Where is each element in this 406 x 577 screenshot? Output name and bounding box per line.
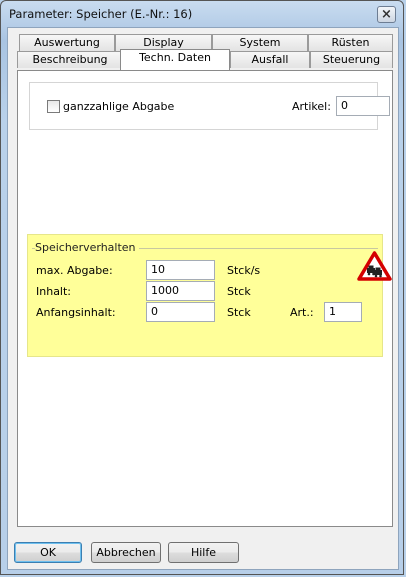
tab-auswertung[interactable]: Auswertung <box>19 34 115 51</box>
anfangsinhalt-unit: Stck <box>227 306 251 319</box>
art-input[interactable]: 1 <box>324 302 362 322</box>
speicherverhalten-label: Speicherverhalten <box>35 241 139 254</box>
max-abgabe-unit: Stck/s <box>227 264 261 277</box>
inhalt-input[interactable]: 1000 <box>146 281 215 301</box>
artikel-input[interactable]: 0 <box>336 96 390 116</box>
traffic-jam-warning-icon <box>357 251 392 281</box>
inhalt-label: Inhalt: <box>36 285 72 298</box>
window-title: Parameter: Speicher (E.-Nr.: 16) <box>9 7 193 21</box>
help-button[interactable]: Hilfe <box>168 542 239 563</box>
dialog-window: Parameter: Speicher (E.-Nr.: 16) × Auswe… <box>0 0 404 575</box>
anfangsinhalt-label: Anfangsinhalt: <box>36 306 116 319</box>
tab-techn-daten[interactable]: Techn. Daten <box>120 49 230 70</box>
tab-panel-techn-daten: ganzzahlige Abgabe Artikel: 0 Speicherve… <box>17 70 393 527</box>
ok-button[interactable]: OK <box>14 542 82 563</box>
inhalt-unit: Stck <box>227 285 251 298</box>
cancel-button[interactable]: Abbrechen <box>91 542 161 563</box>
tab-ausfall[interactable]: Ausfall <box>230 51 310 68</box>
close-button[interactable]: × <box>377 6 396 23</box>
title-bar[interactable]: Parameter: Speicher (E.-Nr.: 16) × <box>1 1 403 27</box>
dialog-client-area: Auswertung Display System Rüsten Beschre… <box>7 27 399 570</box>
anfangsinhalt-input[interactable]: 0 <box>146 302 215 322</box>
artikel-label: Artikel: <box>292 100 331 113</box>
tab-steuerung[interactable]: Steuerung <box>310 51 393 68</box>
close-icon: × <box>381 7 392 22</box>
max-abgabe-label: max. Abgabe: <box>36 264 113 277</box>
general-options-box: ganzzahlige Abgabe Artikel: 0 <box>29 82 390 130</box>
art-label: Art.: <box>290 306 314 319</box>
tab-ruesten[interactable]: Rüsten <box>308 34 393 51</box>
speicherverhalten-group: Speicherverhalten max. Abgabe: 10 Stck/s… <box>27 234 392 357</box>
tab-beschreibung[interactable]: Beschreibung <box>17 51 123 68</box>
ganzzahlige-abgabe-label[interactable]: ganzzahlige Abgabe <box>63 100 174 113</box>
max-abgabe-input[interactable]: 10 <box>146 260 215 280</box>
ganzzahlige-abgabe-checkbox[interactable] <box>47 100 60 113</box>
